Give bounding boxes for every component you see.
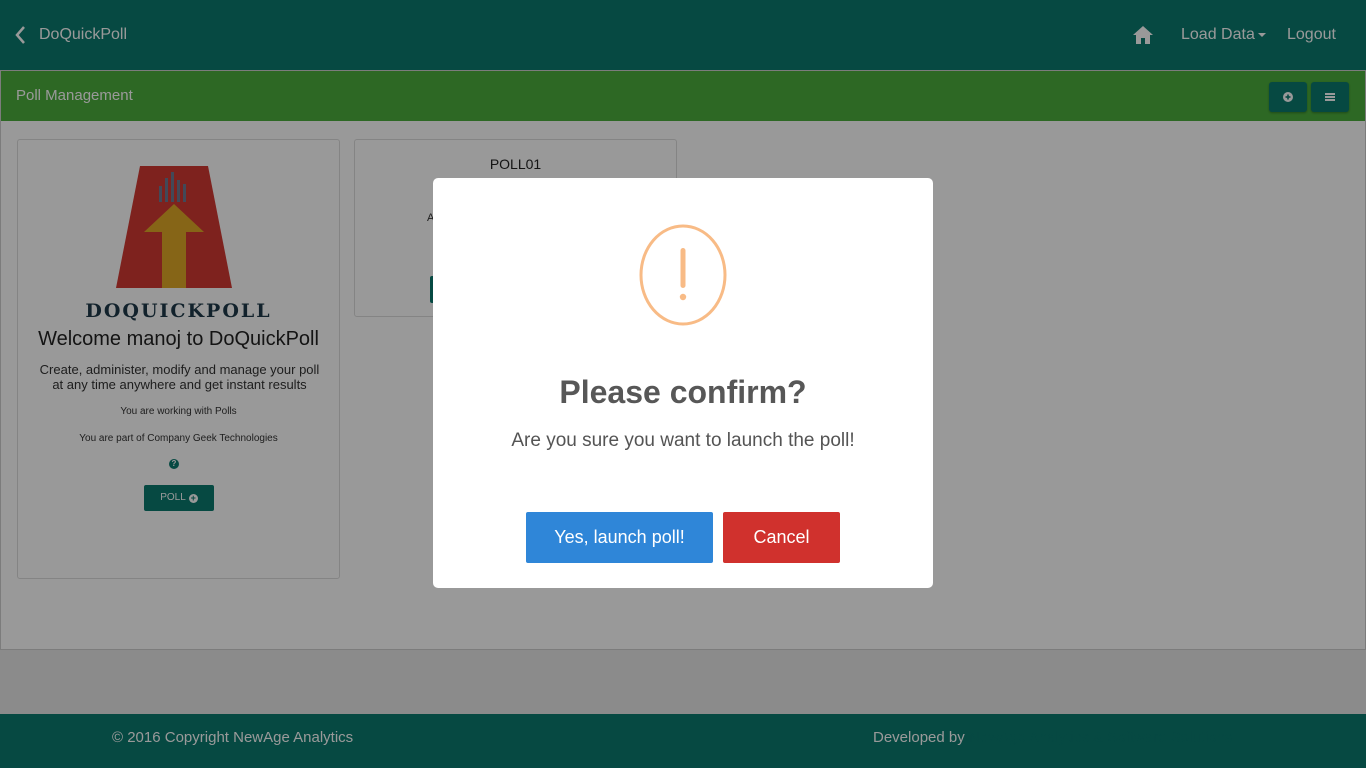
- confirm-dialog: Please confirm? Are you sure you want to…: [433, 178, 933, 588]
- cancel-button[interactable]: Cancel: [723, 512, 840, 563]
- dialog-message: Are you sure you want to launch the poll…: [511, 430, 855, 451]
- warning-icon: [639, 224, 727, 326]
- confirm-launch-button[interactable]: Yes, launch poll!: [526, 512, 713, 563]
- dialog-title: Please confirm?: [559, 374, 807, 410]
